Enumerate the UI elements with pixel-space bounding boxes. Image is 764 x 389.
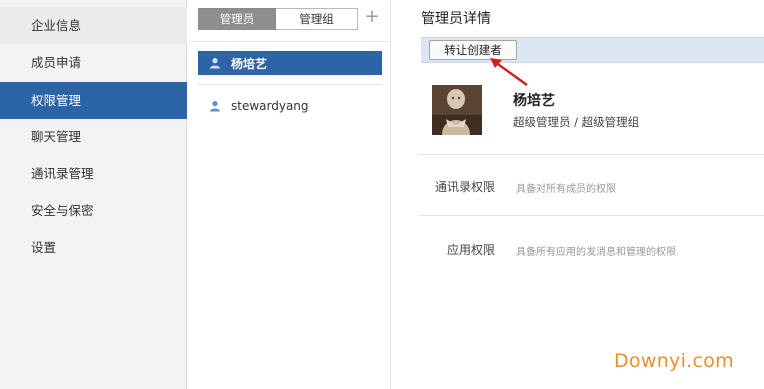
divider bbox=[188, 41, 391, 42]
tab-admins[interactable]: 管理员 bbox=[198, 8, 276, 30]
divider bbox=[419, 154, 764, 155]
sidebar: 企业信息 成员申请 权限管理 聊天管理 通讯录管理 安全与保密 设置 bbox=[0, 0, 187, 389]
member-name: stewardyang bbox=[231, 99, 309, 113]
divider bbox=[198, 84, 382, 85]
user-icon bbox=[210, 101, 220, 112]
app-permission-value: 具备所有应用的发消息和管理的权限 bbox=[516, 247, 676, 258]
admin-list-panel: 管理员 管理组 + 杨培艺 stewardyang bbox=[188, 0, 391, 389]
sidebar-item-company-info[interactable]: 企业信息 bbox=[0, 7, 187, 44]
avatar bbox=[432, 85, 482, 135]
sidebar-item-permissions[interactable]: 权限管理 bbox=[0, 82, 187, 119]
admin-name: 杨培艺 bbox=[513, 93, 555, 109]
tab-admin-groups[interactable]: 管理组 bbox=[276, 8, 358, 30]
member-name: 杨培艺 bbox=[231, 56, 268, 71]
sidebar-item-member-requests[interactable]: 成员申请 bbox=[0, 44, 187, 81]
sidebar-item-settings[interactable]: 设置 bbox=[0, 229, 187, 266]
app-permission-label: 应用权限 bbox=[446, 243, 495, 257]
contacts-permission-value: 具备对所有成员的权限 bbox=[516, 184, 616, 195]
watermark: Downyi.com bbox=[614, 350, 734, 372]
divider bbox=[419, 215, 764, 216]
admin-console: 企业信息 成员申请 权限管理 聊天管理 通讯录管理 安全与保密 设置 管理员 管… bbox=[0, 0, 764, 389]
sidebar-item-security[interactable]: 安全与保密 bbox=[0, 192, 187, 229]
admin-role: 超级管理员 / 超级管理组 bbox=[513, 115, 640, 129]
contacts-permission-label: 通讯录权限 bbox=[434, 180, 495, 194]
annotation-arrow-icon bbox=[490, 58, 528, 86]
sidebar-item-chat-management[interactable]: 聊天管理 bbox=[0, 118, 187, 155]
sidebar-item-contacts-management[interactable]: 通讯录管理 bbox=[0, 155, 187, 192]
page-title: 管理员详情 bbox=[421, 11, 491, 27]
user-icon bbox=[210, 58, 220, 69]
list-item[interactable]: stewardyang bbox=[198, 94, 382, 118]
tab-bar: 管理员 管理组 bbox=[198, 8, 358, 30]
add-icon[interactable]: + bbox=[364, 7, 380, 29]
list-item[interactable]: 杨培艺 bbox=[198, 51, 382, 75]
detail-toolbar: 转让创建者 bbox=[421, 37, 764, 63]
admin-detail-panel: 管理员详情 转让创建者 杨培艺 超级管理员 / 超级管理组 通讯录权限 具备对所… bbox=[392, 0, 764, 389]
